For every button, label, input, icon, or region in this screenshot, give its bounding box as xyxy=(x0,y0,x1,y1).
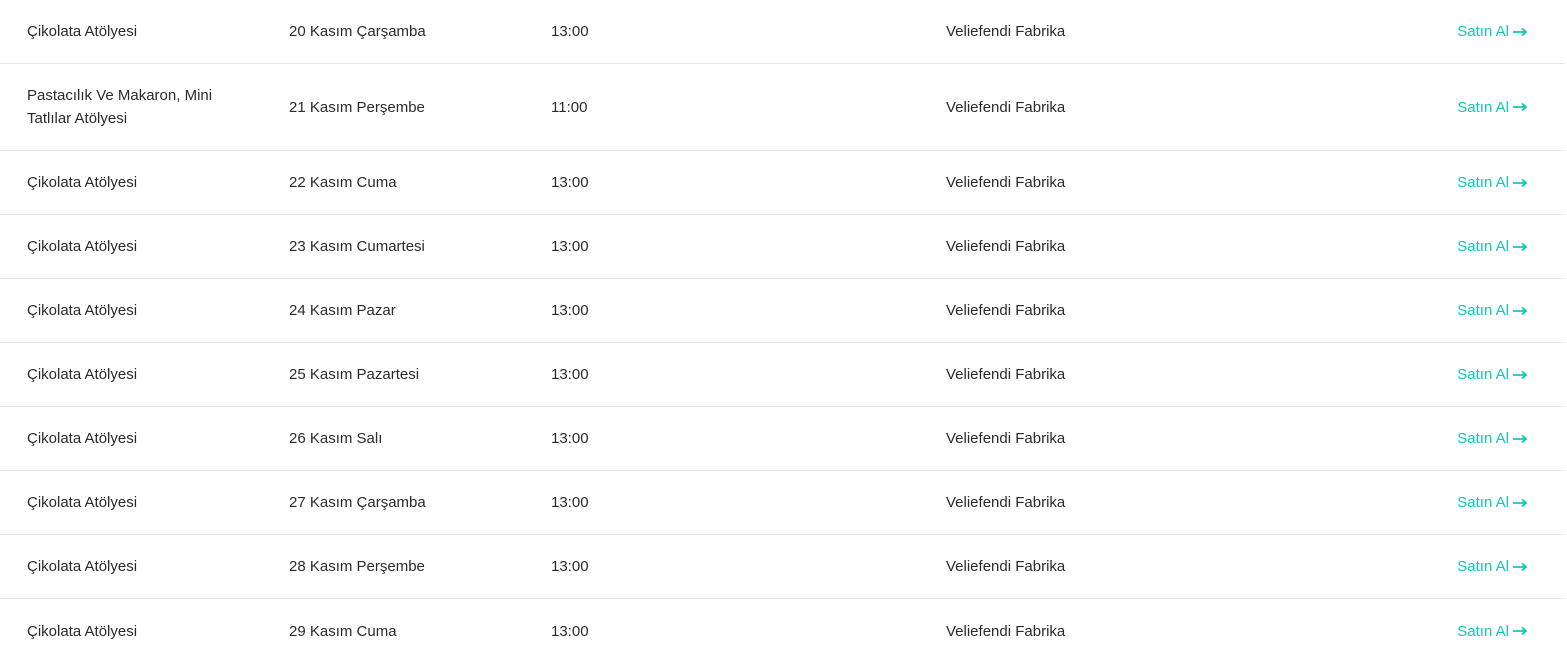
workshop-name: Çikolata Atölyesi xyxy=(27,622,138,640)
buy-label: Satın Al xyxy=(1457,174,1509,191)
workshop-date: 28 Kasım Perşembe xyxy=(289,558,425,575)
workshop-name: Çikolata Atölyesi xyxy=(27,366,138,383)
workshop-date: 27 Kasım Çarşamba xyxy=(289,494,426,511)
workshop-date: 23 Kasım Cumartesi xyxy=(289,238,425,255)
buy-ticket-link[interactable]: Satın Al xyxy=(1457,171,1528,194)
buy-label: Satın Al xyxy=(1457,98,1509,116)
workshop-venue: Veliefendi Fabrika xyxy=(946,238,1066,255)
buy-label: Satın Al xyxy=(1457,430,1509,447)
buy-cell: Satın Al xyxy=(1457,471,1528,534)
workshop-name: Çikolata Atölyesi xyxy=(27,558,138,575)
buy-ticket-link[interactable]: Satın Al xyxy=(1457,299,1528,322)
arrow-right-icon xyxy=(1513,27,1528,37)
workshop-time: 13:00 xyxy=(551,302,589,319)
buy-ticket-link[interactable]: Satın Al xyxy=(1457,20,1528,43)
table-row: Çikolata Atölyesi 23 Kasım Cumartesi 13:… xyxy=(0,215,1565,279)
table-row: Çikolata Atölyesi 26 Kasım Salı 13:00 Ve… xyxy=(0,407,1565,471)
workshop-time: 13:00 xyxy=(551,174,589,191)
workshop-venue: Veliefendi Fabrika xyxy=(946,558,1066,575)
buy-label: Satın Al xyxy=(1457,494,1509,511)
arrow-right-icon xyxy=(1513,626,1528,636)
workshop-venue: Veliefendi Fabrika xyxy=(946,302,1066,319)
table-row: Pastacılık Ve Makaron, Mini Tatlılar Atö… xyxy=(0,64,1565,151)
buy-ticket-link[interactable]: Satın Al xyxy=(1457,363,1528,386)
workshop-date: 20 Kasım Çarşamba xyxy=(289,23,426,40)
workshop-date: 22 Kasım Cuma xyxy=(289,174,397,191)
workshop-name: Çikolata Atölyesi xyxy=(27,494,138,511)
table-row: Çikolata Atölyesi 27 Kasım Çarşamba 13:0… xyxy=(0,471,1565,535)
workshop-venue: Veliefendi Fabrika xyxy=(946,622,1066,640)
table-row: Çikolata Atölyesi 29 Kasım Cuma 13:00 Ve… xyxy=(0,599,1565,661)
buy-cell: Satın Al xyxy=(1457,279,1528,342)
workshop-time: 13:00 xyxy=(551,366,589,383)
table-row: Çikolata Atölyesi 20 Kasım Çarşamba 13:0… xyxy=(0,0,1565,64)
workshop-date: 24 Kasım Pazar xyxy=(289,302,396,319)
buy-label: Satın Al xyxy=(1457,366,1509,383)
table-row: Çikolata Atölyesi 25 Kasım Pazartesi 13:… xyxy=(0,343,1565,407)
buy-label: Satın Al xyxy=(1457,302,1509,319)
arrow-right-icon xyxy=(1513,242,1528,252)
buy-cell: Satın Al xyxy=(1457,0,1528,63)
workshop-name: Çikolata Atölyesi xyxy=(27,430,138,447)
table-row: Çikolata Atölyesi 28 Kasım Perşembe 13:0… xyxy=(0,535,1565,599)
buy-cell: Satın Al xyxy=(1457,599,1528,661)
table-row: Çikolata Atölyesi 22 Kasım Cuma 13:00 Ve… xyxy=(0,151,1565,215)
arrow-right-icon xyxy=(1513,178,1528,188)
buy-label: Satın Al xyxy=(1457,23,1509,40)
workshop-venue: Veliefendi Fabrika xyxy=(946,98,1066,116)
buy-ticket-link[interactable]: Satın Al xyxy=(1457,491,1528,514)
workshop-time: 13:00 xyxy=(551,494,589,511)
workshop-date: 29 Kasım Cuma xyxy=(289,622,397,640)
buy-label: Satın Al xyxy=(1457,558,1509,575)
buy-ticket-link[interactable]: Satın Al xyxy=(1457,96,1528,119)
workshop-name: Çikolata Atölyesi xyxy=(27,174,138,191)
workshop-date: 25 Kasım Pazartesi xyxy=(289,366,420,383)
buy-ticket-link[interactable]: Satın Al xyxy=(1457,620,1528,643)
arrow-right-icon xyxy=(1513,306,1528,316)
buy-cell: Satın Al xyxy=(1457,215,1528,278)
arrow-right-icon xyxy=(1513,498,1528,508)
workshop-venue: Veliefendi Fabrika xyxy=(946,366,1066,383)
workshop-date: 21 Kasım Perşembe xyxy=(289,98,425,116)
arrow-right-icon xyxy=(1513,102,1528,112)
buy-label: Satın Al xyxy=(1457,622,1509,640)
workshop-name: Pastacılık Ve Makaron, Mini Tatlılar Atö… xyxy=(27,87,213,127)
workshop-name: Çikolata Atölyesi xyxy=(27,302,138,319)
buy-cell: Satın Al xyxy=(1457,535,1528,598)
workshop-venue: Veliefendi Fabrika xyxy=(946,174,1066,191)
buy-cell: Satın Al xyxy=(1457,343,1528,406)
table-row: Çikolata Atölyesi 24 Kasım Pazar 13:00 V… xyxy=(0,279,1565,343)
workshop-schedule-table: Çikolata Atölyesi 20 Kasım Çarşamba 13:0… xyxy=(0,0,1565,661)
buy-ticket-link[interactable]: Satın Al xyxy=(1457,555,1528,578)
arrow-right-icon xyxy=(1513,434,1528,444)
buy-ticket-link[interactable]: Satın Al xyxy=(1457,235,1528,258)
buy-cell: Satın Al xyxy=(1457,407,1528,470)
workshop-venue: Veliefendi Fabrika xyxy=(946,23,1066,40)
workshop-name: Çikolata Atölyesi xyxy=(27,238,138,255)
workshop-time: 13:00 xyxy=(551,558,589,575)
workshop-time: 13:00 xyxy=(551,23,589,40)
workshop-time: 11:00 xyxy=(551,98,588,116)
buy-cell: Satın Al xyxy=(1457,64,1528,150)
workshop-venue: Veliefendi Fabrika xyxy=(946,430,1066,447)
buy-ticket-link[interactable]: Satın Al xyxy=(1457,427,1528,450)
buy-label: Satın Al xyxy=(1457,238,1509,255)
workshop-time: 13:00 xyxy=(551,238,589,255)
arrow-right-icon xyxy=(1513,370,1528,380)
workshop-name: Çikolata Atölyesi xyxy=(27,23,138,40)
workshop-date: 26 Kasım Salı xyxy=(289,430,383,447)
workshop-time: 13:00 xyxy=(551,430,589,447)
buy-cell: Satın Al xyxy=(1457,151,1528,214)
workshop-time: 13:00 xyxy=(551,622,589,640)
workshop-venue: Veliefendi Fabrika xyxy=(946,494,1066,511)
arrow-right-icon xyxy=(1513,562,1528,572)
